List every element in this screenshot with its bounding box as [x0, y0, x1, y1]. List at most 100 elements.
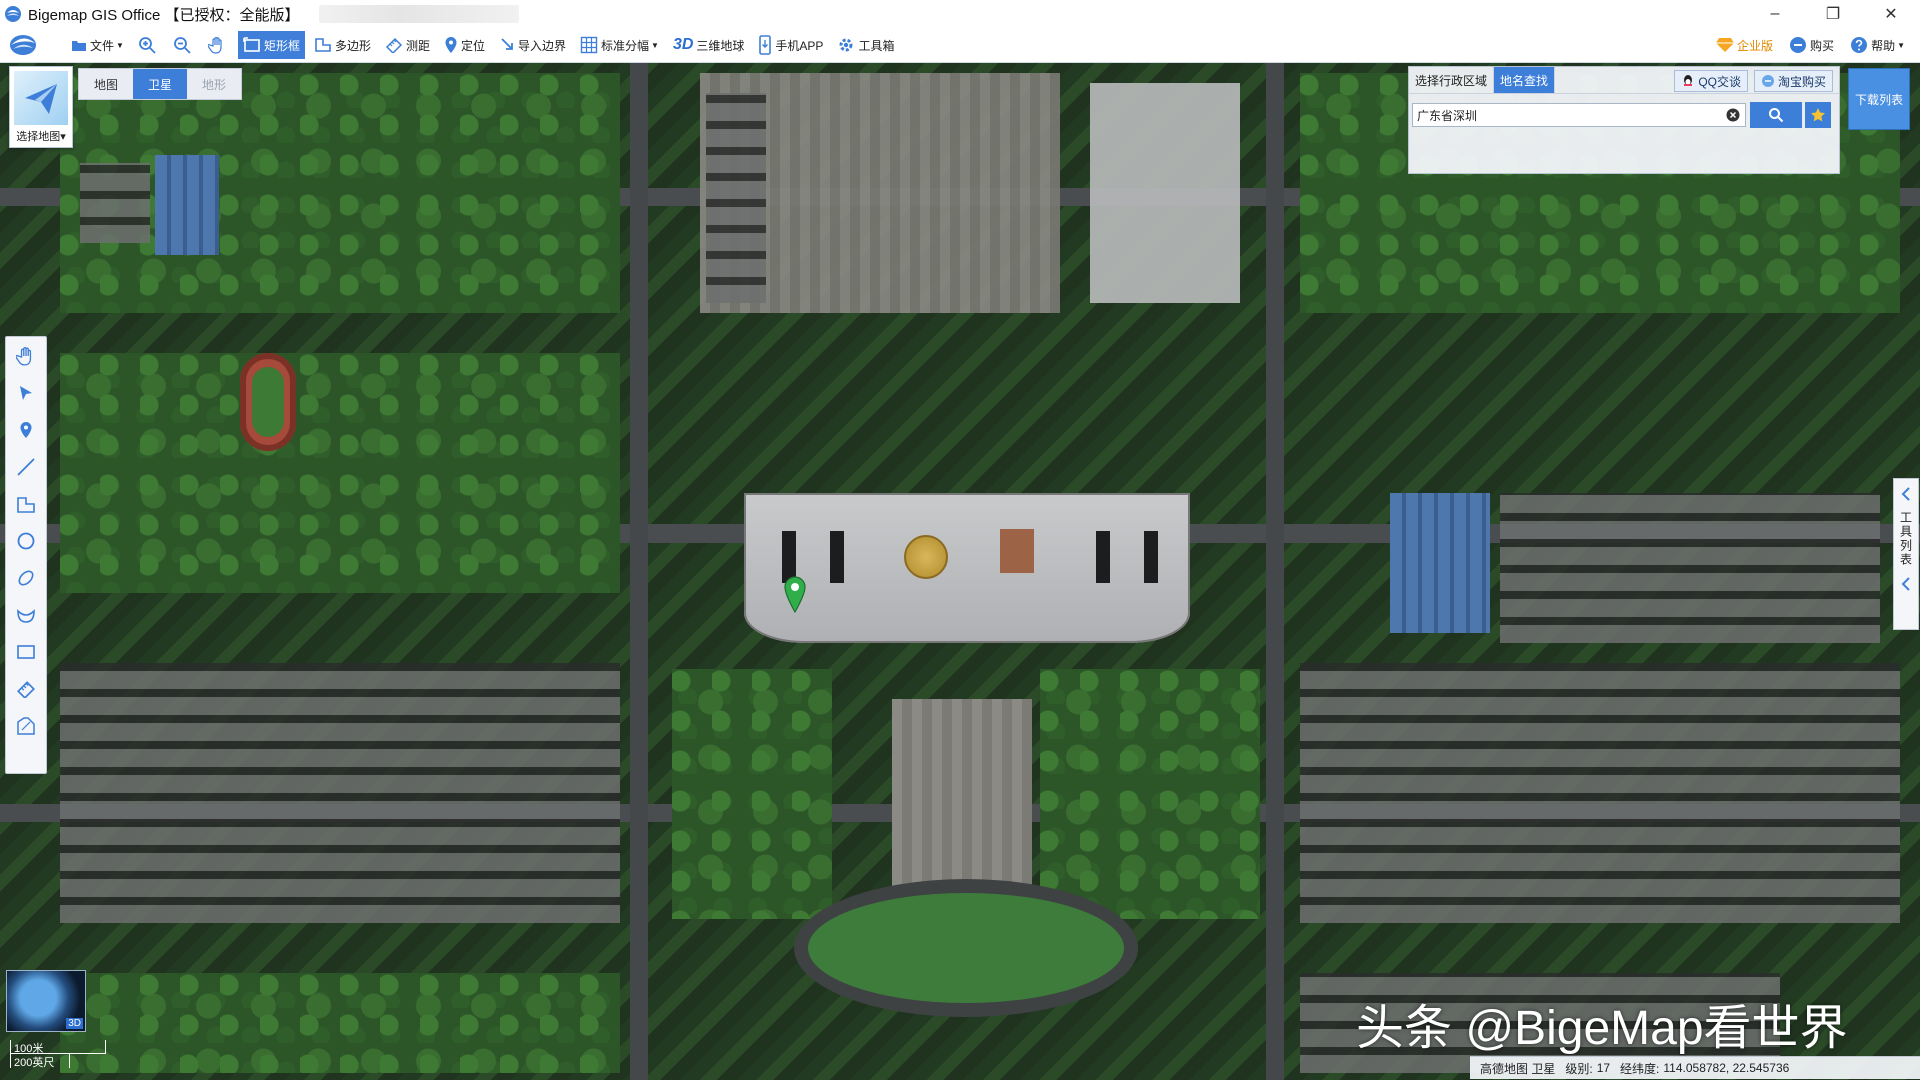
download-list-button[interactable]: 下载列表 [1848, 68, 1910, 130]
enterprise-button[interactable]: 企业版 [1711, 31, 1778, 59]
gear-icon [839, 38, 853, 52]
minimize-button[interactable]: – [1746, 0, 1804, 28]
zoom-level-value: 17 [1596, 1061, 1611, 1075]
locate-button[interactable]: 定位 [439, 31, 490, 59]
rectangle-icon [17, 645, 35, 659]
favorite-button[interactable] [1805, 102, 1831, 128]
map-block [60, 973, 620, 1073]
zoom-out-button[interactable] [168, 31, 199, 59]
import-boundary-button[interactable]: 导入边界 [494, 31, 571, 59]
satellite-map-canvas[interactable] [0, 63, 1920, 1080]
measure-tool[interactable] [8, 671, 44, 707]
tool-list-label: 工具列表 [1898, 511, 1913, 567]
oval-park [808, 893, 1124, 1003]
measure-button[interactable]: 测距 [380, 31, 435, 59]
select-tool[interactable] [8, 375, 44, 411]
map-type-tabs: 地图 卫星 地形 [78, 68, 242, 100]
tab-select-region[interactable]: 选择行政区域 [1409, 67, 1495, 93]
chevron-down-icon: ▾ [60, 131, 66, 143]
search-icon [1769, 108, 1784, 123]
scale-bar: 100米 200英尺 [10, 1040, 106, 1072]
area-icon [17, 717, 35, 735]
arc-tool[interactable] [8, 597, 44, 633]
home-button[interactable] [6, 30, 40, 60]
rectangle-select-button[interactable]: 矩形框 [237, 31, 305, 59]
area-measure-tool[interactable] [8, 708, 44, 744]
chevron-down-icon: ▼ [116, 40, 124, 50]
pan-button[interactable] [203, 31, 234, 59]
qq-chat-link[interactable]: QQ交谈 [1674, 70, 1748, 92]
paper-plane-icon [14, 71, 68, 125]
coordinates-label: 经纬度: [1620, 1061, 1660, 1076]
chevron-left-icon [1901, 487, 1910, 501]
chevron-left-icon [1901, 577, 1910, 591]
grid-icon [580, 36, 598, 54]
chevron-down-icon: ▼ [651, 40, 659, 50]
taobao-icon [1761, 75, 1774, 87]
polygon-tool[interactable] [8, 486, 44, 522]
help-button[interactable]: 帮助 ▼ [1845, 31, 1910, 59]
standard-grid-label: 标准分幅 [601, 38, 650, 53]
toolbox-button[interactable]: 工具箱 [832, 31, 899, 59]
drawing-toolbar [5, 336, 47, 774]
search-button[interactable] [1750, 102, 1802, 128]
window-title: Bigemap GIS Office 【已授权：全能版】 [28, 6, 300, 24]
buy-button[interactable]: 购买 [1784, 31, 1839, 59]
point-tool[interactable] [8, 412, 44, 448]
polygon-icon [17, 497, 35, 513]
file-menu-button[interactable]: 文件 ▼ [66, 31, 129, 59]
rectangle-tool[interactable] [8, 634, 44, 670]
polygon-select-icon [315, 38, 331, 52]
main-toolbar: 文件 ▼ 矩形框 多边形 测距 定位 导入边界 标准分幅 ▼ 3D 三维地球 手机A… [0, 28, 1920, 63]
location-pin-icon [20, 422, 32, 438]
tool-list-tab[interactable]: 工具列表 [1893, 478, 1919, 630]
close-button[interactable]: ✕ [1862, 0, 1920, 28]
place-search-input[interactable] [1412, 103, 1746, 127]
taobao-buy-link[interactable]: 淘宝购买 [1753, 70, 1833, 92]
cursor-arrow-icon [20, 386, 32, 400]
clear-icon[interactable] [1726, 108, 1740, 122]
rectangle-select-icon [243, 37, 260, 52]
map-marker-icon[interactable] [783, 576, 807, 614]
mobile-app-label: 手机APP [775, 38, 824, 53]
tab-terrain[interactable]: 地形 [187, 69, 241, 99]
tab-place-search[interactable]: 地名查找 [1494, 67, 1556, 93]
qq-penguin-icon [1684, 75, 1693, 86]
minimap-3d-tag: 3D [66, 1018, 83, 1029]
polygon-select-label: 多边形 [334, 38, 371, 53]
pan-tool[interactable] [8, 338, 44, 374]
zoom-in-button[interactable] [133, 31, 164, 59]
map-block [1040, 669, 1260, 919]
mobile-app-button[interactable]: 手机APP [753, 31, 828, 59]
standard-grid-button[interactable]: 标准分幅 ▼ [575, 31, 664, 59]
folder-icon [72, 41, 86, 51]
polygon-select-button[interactable]: 多边形 [309, 31, 376, 59]
tab-satellite[interactable]: 卫星 [133, 69, 187, 99]
3d-globe-button[interactable]: 3D 三维地球 [668, 31, 749, 59]
line-tool[interactable] [8, 449, 44, 485]
ellipse-tool[interactable] [8, 560, 44, 596]
map-block [1390, 493, 1490, 633]
file-menu-label: 文件 [90, 38, 115, 53]
map-block [706, 93, 766, 303]
choose-map-button[interactable]: 选择地图▾ [9, 66, 73, 148]
globe-minimap[interactable]: 3D [6, 970, 86, 1032]
3d-globe-label: 三维地球 [696, 38, 745, 53]
choose-map-label: 选择地图 [16, 131, 61, 143]
taobao-buy-label: 淘宝购买 [1777, 74, 1826, 89]
ruler-icon [385, 37, 403, 53]
map-block [1090, 83, 1240, 303]
map-block [672, 669, 832, 919]
tab-map[interactable]: 地图 [79, 69, 133, 99]
zoom-in-icon [139, 37, 156, 54]
restore-button[interactable]: ❐ [1804, 0, 1862, 28]
globe-logo-icon [10, 35, 36, 55]
map-block [60, 663, 620, 923]
map-source: 高德地图 卫星 [1480, 1061, 1556, 1076]
star-icon [1811, 108, 1825, 122]
arc-icon [17, 609, 35, 623]
title-bar: Bigemap GIS Office 【已授权：全能版】 – ❐ ✕ [0, 0, 1920, 29]
coordinates-value: 114.058782, 22.545736 [1663, 1061, 1790, 1075]
circle-tool[interactable] [8, 523, 44, 559]
search-panel: 选择行政区域 地名查找 QQ交谈 淘宝购买 [1408, 66, 1840, 174]
